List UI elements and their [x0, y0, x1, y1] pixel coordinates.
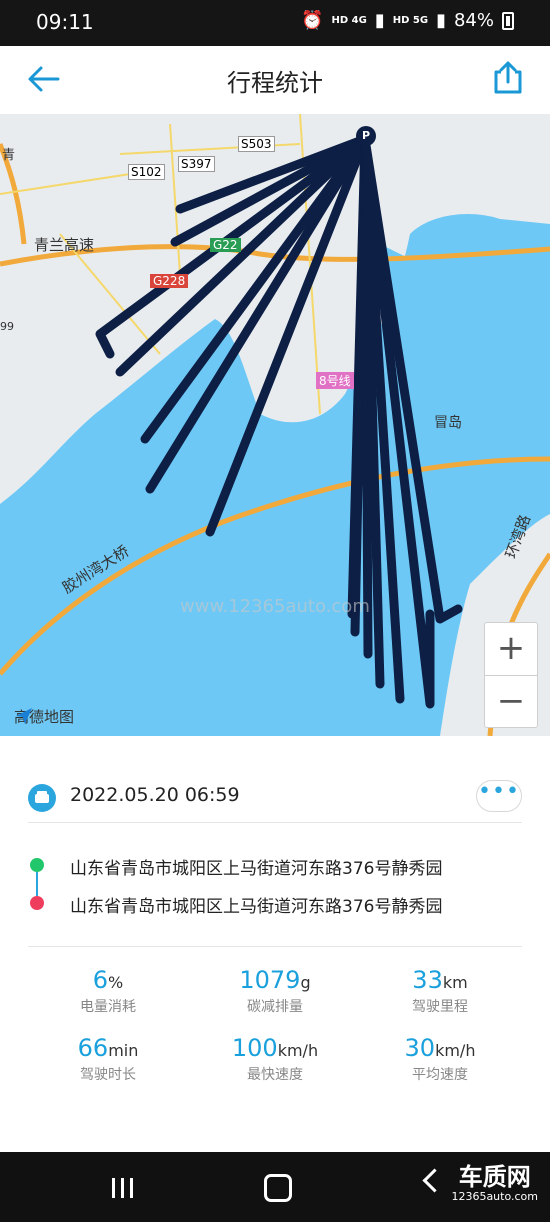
stat-label: 最快速度: [247, 1067, 303, 1083]
stat-value: 1079: [239, 966, 301, 994]
app-header: 行程统计: [0, 46, 550, 114]
signal-icon-2: ▮: [436, 10, 446, 31]
recents-icon-bar: [121, 1178, 124, 1198]
map-label-g228: G228: [150, 274, 189, 288]
trip-info-panel: 2022.05.20 06:59 ••• 山东省青岛市城阳区上马街道河东路376…: [0, 736, 550, 1152]
recents-icon-bar: [130, 1178, 133, 1198]
trip-date-row: 2022.05.20 06:59 •••: [28, 780, 522, 816]
stat-duration: 66min 驾驶时长: [28, 1034, 188, 1084]
network-indicator: HD 4G: [331, 15, 367, 26]
stat-label: 电量消耗: [80, 999, 136, 1015]
start-address: 山东省青岛市城阳区上马街道河东路376号静秀园: [70, 859, 443, 879]
map-label-qinglan: 青兰高速: [34, 236, 95, 254]
end-dot-icon: [30, 896, 44, 910]
zoom-control: + −: [484, 622, 538, 728]
stat-carbon: 1079g 碳减排量: [195, 966, 355, 1016]
stat-value: 66: [77, 1034, 109, 1062]
alarm-icon: ⏰: [301, 10, 324, 31]
route-addresses: 山东省青岛市城阳区上马街道河东路376号静秀园 山东省青岛市城阳区上马街道河东路…: [28, 846, 522, 917]
zoom-in-button[interactable]: +: [485, 623, 537, 676]
page-title: 行程统计: [227, 69, 323, 97]
brand-watermark: 车质网 12365auto.com: [451, 1164, 538, 1203]
stat-unit: km/h: [435, 1041, 476, 1060]
stat-value: 6: [92, 966, 109, 994]
recents-button[interactable]: [112, 1178, 136, 1198]
amap-logo-icon: [16, 708, 32, 724]
nav-back-button[interactable]: [422, 1168, 447, 1193]
map-label-s102: S102: [128, 164, 165, 180]
home-button[interactable]: [264, 1174, 292, 1202]
stat-unit: min: [108, 1041, 139, 1060]
map-label-g22: G22: [210, 238, 241, 252]
map-label-maodao: 冒岛: [434, 415, 462, 431]
share-icon: [494, 61, 522, 94]
trip-map[interactable]: P 青兰高速 S102 S397 S503 G22 G228 8号线 冒岛 胶州…: [0, 114, 550, 736]
stat-value: 33: [412, 966, 443, 994]
status-time: 09:11: [36, 10, 94, 34]
stat-max-speed: 100km/h 最快速度: [195, 1034, 355, 1084]
stat-label: 驾驶里程: [412, 999, 468, 1015]
stat-unit: km: [442, 973, 468, 992]
zoom-out-button[interactable]: −: [485, 676, 537, 728]
battery-icon: [502, 11, 514, 30]
stat-label: 平均速度: [412, 1067, 468, 1083]
brand-sub: 12365auto.com: [451, 1190, 538, 1203]
stat-value: 100: [231, 1034, 278, 1062]
map-canvas: [0, 114, 550, 736]
stat-avg-speed: 30km/h 平均速度: [360, 1034, 520, 1084]
network-indicator-2: HD 5G: [392, 15, 429, 26]
status-bar: 09:11 ⏰ HD 4G ▮ HD 5G ▮ 84%: [0, 0, 550, 46]
map-logo: 高德地图: [14, 706, 74, 727]
map-label-left-edge: 青: [2, 148, 16, 163]
stat-unit: km/h: [277, 1041, 319, 1060]
brand-main: 车质网: [458, 1163, 531, 1191]
stat-unit: %: [108, 973, 124, 992]
stat-unit: g: [300, 973, 311, 992]
route-connector: [36, 872, 38, 896]
status-icons: ⏰ HD 4G ▮ HD 5G ▮ 84%: [301, 10, 514, 31]
battery-percent: 84%: [453, 10, 494, 31]
map-label-99: 99: [0, 320, 14, 333]
stat-value: 30: [404, 1034, 436, 1062]
recents-icon: [112, 1178, 115, 1198]
more-button[interactable]: •••: [476, 780, 522, 812]
signal-icon: ▮: [374, 10, 385, 31]
divider: [28, 822, 522, 823]
trip-datetime: 2022.05.20 06:59: [70, 784, 240, 806]
stat-label: 驾驶时长: [80, 1067, 136, 1083]
system-nav-bar: 车质网 12365auto.com: [0, 1152, 550, 1222]
stat-label: 碳减排量: [247, 999, 303, 1015]
map-label-s503: S503: [238, 136, 275, 152]
car-icon: [28, 784, 56, 812]
end-address: 山东省青岛市城阳区上马街道河东路376号静秀园: [70, 897, 443, 917]
start-dot-icon: [30, 858, 44, 872]
stat-battery: 6% 电量消耗: [28, 966, 188, 1016]
stat-distance: 33km 驾驶里程: [360, 966, 520, 1016]
map-label-s397: S397: [178, 156, 215, 172]
divider: [28, 946, 522, 947]
watermark: www.12365auto.com: [180, 596, 370, 617]
map-label-line8: 8号线: [316, 372, 354, 389]
parking-marker[interactable]: P: [356, 126, 376, 146]
share-button[interactable]: [492, 60, 524, 96]
